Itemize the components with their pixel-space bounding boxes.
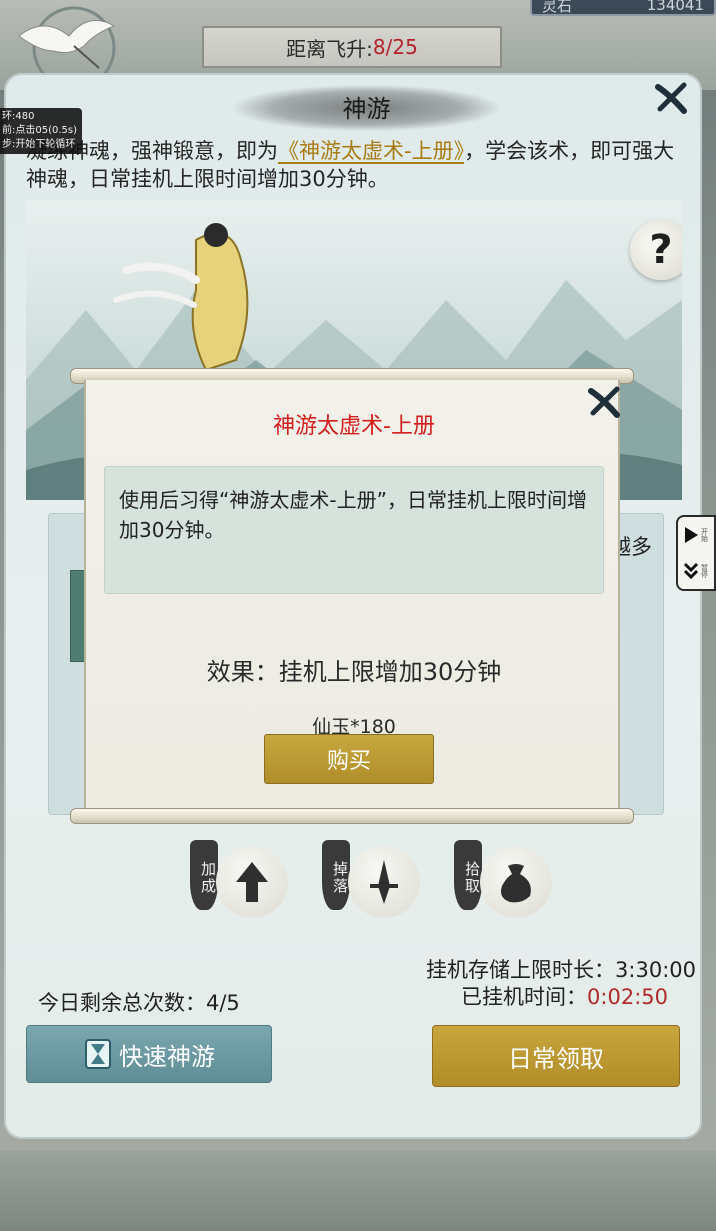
quick-journey-label: 快速神游 (119, 1042, 215, 1071)
bonus-circle (348, 846, 420, 918)
bonus-drop[interactable]: 掉落 (322, 838, 432, 924)
idle-info: 挂机存储上限时长：3:30:00 已挂机时间：0:02:50 (426, 957, 696, 1011)
dialog-description: 使用后习得“神游太虚术-上册”，日常挂机上限时间增加30分钟。 (104, 466, 604, 594)
daily-claim-button[interactable]: 日常领取 (432, 1025, 680, 1087)
bonus-tag: 拾取 (454, 840, 482, 910)
sword-icon (370, 860, 398, 904)
debug-line: 前:点击05(0.5s) (2, 125, 78, 136)
ascend-label: 距离飞升: (286, 36, 373, 61)
panel-title: 神游 (342, 95, 391, 123)
intro-text: 凝练神魂，强神锻意，即为《神游太虚术-上册》，学会该术，即可强大神魂，日常挂机上… (26, 137, 686, 193)
remaining-value: 4/5 (206, 991, 240, 1015)
ascend-value: 8/25 (372, 35, 418, 59)
play-button[interactable]: 开始 (683, 526, 710, 544)
bonus-boost[interactable]: 加成 (190, 838, 300, 924)
panel-close-button[interactable] (652, 79, 690, 117)
idle-limit-value: 3:30:00 (615, 958, 696, 982)
technique-book-link[interactable]: 《神游太虚术-上册》 (278, 139, 464, 163)
bonus-tag: 加成 (190, 840, 218, 910)
dialog-effect: 效果：挂机上限增加30分钟 (206, 658, 502, 686)
hourglass-icon (85, 1039, 111, 1069)
resource-value: 134041 (646, 0, 704, 14)
dialog-title: 神游太虚术-上册 (273, 414, 435, 439)
crane-emblem-icon (18, 6, 116, 76)
remaining-count: 今日剩余总次数：4/5 (38, 987, 240, 1017)
play-small-label: 开始 (700, 528, 709, 542)
debug-line: 步:开始下轮循环 (2, 139, 76, 150)
close-icon (588, 386, 620, 418)
technique-scroll-dialog: 神游太虚术-上册 使用后习得“神游太虚术-上册”，日常挂机上限时间增加30分钟。… (70, 368, 634, 824)
idle-limit-label: 挂机存储上限时长： (426, 958, 616, 982)
pouch-icon (501, 864, 531, 903)
scroll-body: 神游太虚术-上册 使用后习得“神游太虚术-上册”，日常挂机上限时间增加30分钟。… (84, 380, 620, 812)
daily-claim-label: 日常领取 (508, 1044, 604, 1073)
bonus-circle (216, 846, 288, 918)
play-icon (684, 527, 698, 543)
double-chevron-down-icon (683, 562, 698, 580)
bottom-background (0, 1150, 716, 1231)
idle-elapsed-row: 已挂机时间：0:02:50 (426, 984, 696, 1011)
up-arrow-icon (236, 862, 268, 902)
debug-overlay: 环:480 前:点击05(0.5s) 步:开始下轮循环 (0, 108, 82, 154)
quick-journey-button[interactable]: 快速神游 (26, 1025, 272, 1083)
bonus-circle (480, 846, 552, 918)
spirit-stone-counter: 灵石 134041 (530, 0, 716, 16)
pause-small-label: 暂停 (700, 564, 709, 578)
bonus-tag: 掉落 (322, 840, 350, 910)
idle-limit-row: 挂机存储上限时长：3:30:00 (426, 957, 696, 984)
ascend-progress-banner: 距离飞升: 8/25 (202, 26, 502, 68)
debug-line: 环:480 (2, 111, 35, 122)
remaining-label: 今日剩余总次数： (38, 991, 206, 1015)
buy-button[interactable]: 购买 (264, 734, 434, 784)
bonus-pickup[interactable]: 拾取 (454, 838, 564, 924)
automation-side-tab: 开始 暂停 (676, 515, 716, 591)
idle-elapsed-value: 0:02:50 (587, 985, 668, 1009)
dialog-close-button[interactable] (584, 382, 624, 422)
idle-elapsed-label: 已挂机时间： (461, 985, 588, 1009)
resource-label: 灵石 (542, 0, 573, 15)
bonus-row: 加成 掉落 拾取 (4, 838, 702, 928)
close-icon (655, 82, 687, 114)
scroll-bottom-rod (70, 808, 634, 824)
collapse-button[interactable]: 暂停 (683, 562, 710, 580)
